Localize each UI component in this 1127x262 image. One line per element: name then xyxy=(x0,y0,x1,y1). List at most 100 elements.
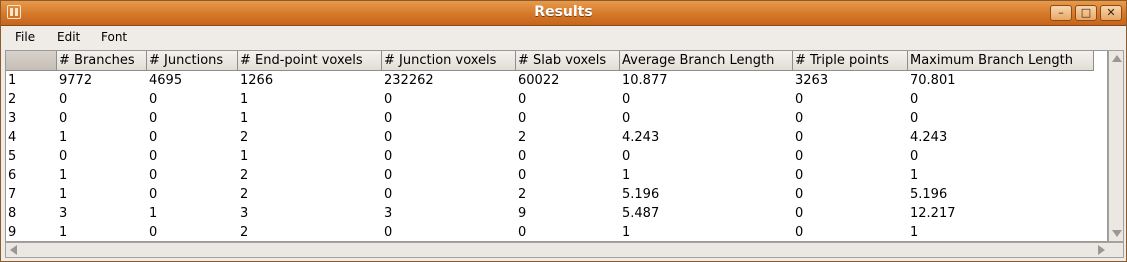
scroll-up-icon[interactable] xyxy=(1112,55,1122,62)
table-row[interactable]: 2 0 0 1 0 0 0 0 0 xyxy=(6,90,1107,109)
table-cell: 4.243 xyxy=(910,130,948,145)
table-row[interactable]: 8 3 1 3 3 9 5.487 0 12.217 xyxy=(6,204,1107,223)
window-title: Results xyxy=(534,4,593,20)
menu-edit[interactable]: Edit xyxy=(57,30,80,44)
table-cell: 9 xyxy=(518,206,527,221)
row-number: 9 xyxy=(8,225,17,240)
table-cell: 0 xyxy=(384,149,393,164)
column-header[interactable]: # Slab voxels xyxy=(516,51,620,71)
table-cell: 0 xyxy=(518,149,527,164)
table-cell: 2 xyxy=(240,130,249,145)
table-cell: 2 xyxy=(240,168,249,183)
table-cell: 0 xyxy=(518,168,527,183)
table-cell: 1 xyxy=(59,225,68,240)
horizontal-scrollbar[interactable] xyxy=(5,242,1124,258)
table-cell: 10.877 xyxy=(622,73,668,88)
table-row[interactable]: 9 1 0 2 0 0 1 0 1 xyxy=(6,223,1107,241)
column-header[interactable]: Average Branch Length xyxy=(620,51,793,71)
table-cell: 0 xyxy=(795,111,804,126)
column-header[interactable]: # End-point voxels xyxy=(238,51,382,71)
table-cell: 2 xyxy=(518,187,527,202)
table-cell: 2 xyxy=(240,225,249,240)
menu-file[interactable]: File xyxy=(15,30,35,44)
table-cell: 0 xyxy=(59,111,68,126)
table-cell: 2 xyxy=(518,130,527,145)
row-number: 8 xyxy=(8,206,17,221)
table-cell: 0 xyxy=(384,111,393,126)
table-cell: 1 xyxy=(59,130,68,145)
table-cell: 2 xyxy=(240,187,249,202)
table-cell: 5.196 xyxy=(910,187,948,202)
table-cell: 0 xyxy=(910,92,919,107)
vertical-scrollbar[interactable] xyxy=(1108,50,1124,242)
table-cell: 0 xyxy=(910,149,919,164)
column-header[interactable]: # Triple points xyxy=(793,51,908,71)
scroll-right-icon[interactable] xyxy=(1098,245,1105,255)
table-cell: 0 xyxy=(622,111,631,126)
table-cell: 0 xyxy=(622,92,631,107)
table-cell: 5.487 xyxy=(622,206,660,221)
maximize-button[interactable]: □ xyxy=(1075,5,1097,21)
table-cell: 1 xyxy=(240,92,249,107)
menu-font[interactable]: Font xyxy=(101,30,127,44)
table-cell: 0 xyxy=(59,149,68,164)
table-cell: 232262 xyxy=(384,73,434,88)
table-cell: 0 xyxy=(384,225,393,240)
table-row[interactable]: 5 0 0 1 0 0 0 0 0 xyxy=(6,147,1107,166)
table-cell: 0 xyxy=(518,92,527,107)
table-cell: 1 xyxy=(622,225,631,240)
column-header[interactable]: # Branches xyxy=(57,51,147,71)
header-corner[interactable] xyxy=(6,51,57,71)
table-cell: 60022 xyxy=(518,73,560,88)
table-row[interactable]: 6 1 0 2 0 0 1 0 1 xyxy=(6,166,1107,185)
table-cell: 70.801 xyxy=(910,73,956,88)
table-row[interactable]: 4 1 0 2 0 2 4.243 0 4.243 xyxy=(6,128,1107,147)
table-row[interactable]: 3 0 0 1 0 0 0 0 0 xyxy=(6,109,1107,128)
table-cell: 5.196 xyxy=(622,187,660,202)
table-cell: 0 xyxy=(149,92,158,107)
table-cell: 3 xyxy=(240,206,249,221)
table-cell: 0 xyxy=(149,149,158,164)
minimize-button[interactable]: – xyxy=(1050,5,1072,21)
table-cell: 0 xyxy=(149,111,158,126)
table-cell: 0 xyxy=(149,225,158,240)
table-cell: 4.243 xyxy=(622,130,660,145)
table-cell: 0 xyxy=(384,130,393,145)
table-row[interactable]: 1 9772 4695 1266 232262 60022 10.877 3263 70.801 xyxy=(6,71,1107,90)
table-cell: 1 xyxy=(240,111,249,126)
scroll-down-icon[interactable] xyxy=(1112,230,1122,237)
menu-bar: File Edit Font xyxy=(1,26,1126,48)
column-header[interactable]: # Junctions xyxy=(147,51,238,71)
minimize-icon: – xyxy=(1058,6,1064,19)
table-cell: 0 xyxy=(384,168,393,183)
row-number: 5 xyxy=(8,149,17,164)
row-number: 4 xyxy=(8,130,17,145)
scroll-left-icon[interactable] xyxy=(10,245,17,255)
table-cell: 0 xyxy=(622,149,631,164)
table-cell: 0 xyxy=(518,225,527,240)
table-cell: 1 xyxy=(622,168,631,183)
table-cell: 1 xyxy=(59,187,68,202)
table-cell: 3 xyxy=(59,206,68,221)
table-cell: 0 xyxy=(149,187,158,202)
table-cell: 9772 xyxy=(59,73,93,88)
table-cell: 1 xyxy=(240,149,249,164)
table-cell: 0 xyxy=(795,130,804,145)
results-table[interactable]: # Branches # Junctions # End-point voxels #… xyxy=(5,50,1108,242)
table-cell: 0 xyxy=(149,130,158,145)
title-bar[interactable]: Results – □ ✕ xyxy=(1,1,1126,26)
column-header[interactable]: Maximum Branch Length xyxy=(908,51,1094,71)
table-cell: 0 xyxy=(795,206,804,221)
table-cell: 0 xyxy=(59,92,68,107)
close-icon: ✕ xyxy=(1106,6,1116,19)
table-cell: 3 xyxy=(384,206,393,221)
table-cell: 0 xyxy=(795,187,804,202)
column-header[interactable]: # Junction voxels xyxy=(382,51,516,71)
close-button[interactable]: ✕ xyxy=(1100,5,1122,21)
table-cell: 1 xyxy=(910,225,919,240)
table-cell: 0 xyxy=(795,225,804,240)
table-cell: 0 xyxy=(384,187,393,202)
row-number: 2 xyxy=(8,92,17,107)
table-row[interactable]: 7 1 0 2 0 2 5.196 0 5.196 xyxy=(6,185,1107,204)
row-number: 3 xyxy=(8,111,17,126)
